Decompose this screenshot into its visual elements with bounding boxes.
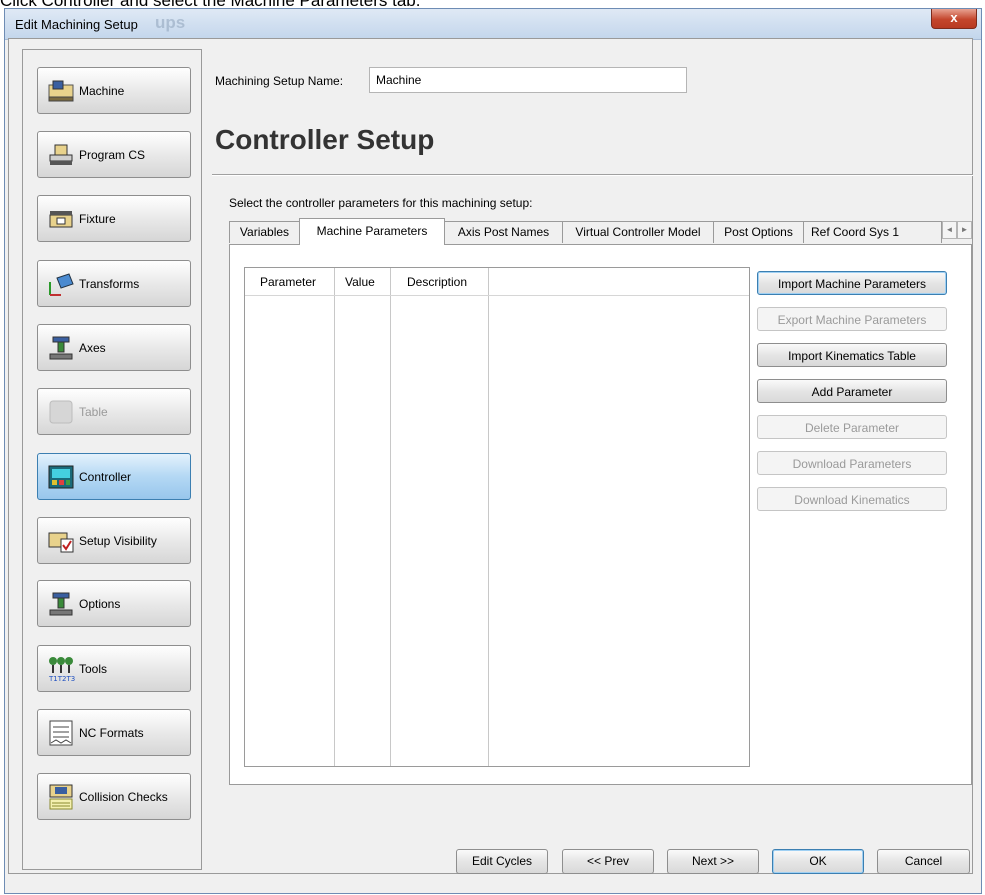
nav-button-transforms[interactable]: Transforms xyxy=(37,260,191,307)
nav-button-machine[interactable]: Machine xyxy=(37,67,191,114)
tab-axis-post-names[interactable]: Axis Post Names xyxy=(444,221,563,243)
nav-label-table: Table xyxy=(79,404,108,419)
nav-button-program-cs[interactable]: Program CS xyxy=(37,131,191,178)
nav-label-machine: Machine xyxy=(79,83,125,98)
nav-label-program-cs: Program CS xyxy=(79,147,146,162)
nav-label-controller: Controller xyxy=(79,469,132,484)
grid-column-divider xyxy=(334,268,335,766)
prev-button[interactable]: << Prev xyxy=(562,849,654,874)
nav-button-nc-formats[interactable]: NC Formats xyxy=(37,709,191,756)
tools-icon: T1T2T3 xyxy=(47,655,75,683)
download-parameters-button[interactable]: Download Parameters xyxy=(757,451,947,475)
setup-name-label: Machining Setup Name: xyxy=(215,74,344,88)
grid-column-divider xyxy=(390,268,391,766)
tab-ref-coord-sys-1[interactable]: Ref Coord Sys 1 xyxy=(803,221,942,243)
tab-variables[interactable]: Variables xyxy=(229,221,300,243)
grid-header-divider xyxy=(245,295,749,296)
tab-scroll-left-icon[interactable]: ◄ xyxy=(942,221,957,239)
setup-visibility-icon xyxy=(47,527,75,555)
column-header-value[interactable]: Value xyxy=(345,275,375,289)
options-icon xyxy=(47,590,75,618)
tab-strip: Variables Machine Parameters Axis Post N… xyxy=(229,218,973,245)
tab-scroll-right-icon[interactable]: ► xyxy=(957,221,972,239)
nav-button-controller[interactable]: Controller xyxy=(37,453,191,500)
nc-formats-icon xyxy=(47,719,75,747)
nav-button-collision-checks[interactable]: Collision Checks xyxy=(37,773,191,820)
nav-button-table[interactable]: Table xyxy=(37,388,191,435)
nav-label-nc-formats: NC Formats xyxy=(79,725,144,740)
delete-parameter-button[interactable]: Delete Parameter xyxy=(757,415,947,439)
controller-icon xyxy=(47,463,75,491)
export-machine-parameters-button[interactable]: Export Machine Parameters xyxy=(757,307,947,331)
edit-cycles-button[interactable]: Edit Cycles xyxy=(456,849,548,874)
nav-button-axes[interactable]: Axes xyxy=(37,324,191,371)
collision-checks-icon xyxy=(47,783,75,811)
nav-label-tools: Tools xyxy=(79,661,108,676)
axes-icon xyxy=(47,334,75,362)
download-kinematics-button[interactable]: Download Kinematics xyxy=(757,487,947,511)
machine-icon xyxy=(47,77,75,105)
nav-label-collision-checks: Collision Checks xyxy=(79,789,168,804)
nav-label-transforms: Transforms xyxy=(79,276,140,291)
next-button[interactable]: Next >> xyxy=(667,849,759,874)
window-title: Edit Machining Setup xyxy=(15,17,138,32)
tab-post-options[interactable]: Post Options xyxy=(713,221,804,243)
nav-label-options: Options xyxy=(79,596,121,611)
tab-scroll-arrows: ◄ ► xyxy=(942,221,972,239)
import-kinematics-table-button[interactable]: Import Kinematics Table xyxy=(757,343,947,367)
transforms-icon xyxy=(47,270,75,298)
nav-button-options[interactable]: Options xyxy=(37,580,191,627)
tab-virtual-controller-model[interactable]: Virtual Controller Model xyxy=(562,221,714,243)
column-header-parameter[interactable]: Parameter xyxy=(260,275,316,289)
program-cs-icon xyxy=(47,141,75,169)
cancel-button[interactable]: Cancel xyxy=(877,849,970,874)
column-header-description[interactable]: Description xyxy=(407,275,467,289)
fixture-icon xyxy=(47,205,75,233)
nav-label-setup-visibility: Setup Visibility xyxy=(79,533,157,548)
ok-button[interactable]: OK xyxy=(772,849,864,874)
nav-button-setup-visibility[interactable]: Setup Visibility xyxy=(37,517,191,564)
table-icon xyxy=(47,398,75,426)
title-bar: Edit Machining Setup ups x xyxy=(5,9,981,40)
grid-column-divider xyxy=(488,268,489,766)
svg-text:T1T2T3: T1T2T3 xyxy=(48,675,75,683)
nav-label-fixture: Fixture xyxy=(79,211,116,226)
nav-button-tools[interactable]: T1T2T3 Tools xyxy=(37,645,191,692)
title-divider xyxy=(212,174,973,176)
controller-params-prompt: Select the controller parameters for thi… xyxy=(229,196,533,210)
setup-name-input[interactable] xyxy=(369,67,687,93)
window-title-ghost: ups xyxy=(155,13,186,32)
import-machine-parameters-button[interactable]: Import Machine Parameters xyxy=(757,271,947,295)
add-parameter-button[interactable]: Add Parameter xyxy=(757,379,947,403)
parameters-grid[interactable] xyxy=(244,267,750,767)
nav-label-axes: Axes xyxy=(79,340,106,355)
page-title: Controller Setup xyxy=(215,124,435,155)
close-button[interactable]: x xyxy=(931,9,977,29)
nav-button-fixture[interactable]: Fixture xyxy=(37,195,191,242)
tab-machine-parameters[interactable]: Machine Parameters xyxy=(299,218,445,245)
